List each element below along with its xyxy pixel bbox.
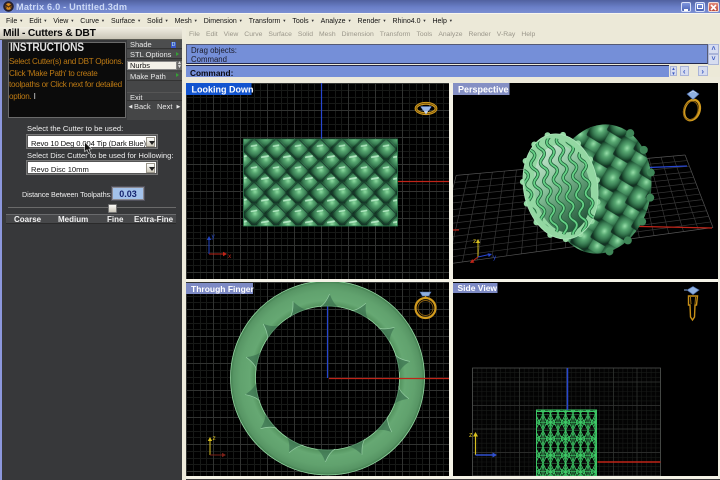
svg-text:z: z xyxy=(212,435,215,442)
svg-text:z: z xyxy=(469,432,473,439)
svg-text:Perspective: Perspective xyxy=(458,85,509,95)
svg-text:z: z xyxy=(473,238,476,245)
svg-text:Looking Down: Looking Down xyxy=(191,85,253,95)
svg-text:Through Finger: Through Finger xyxy=(191,284,254,294)
svg-text:x: x xyxy=(228,253,232,260)
svg-text:Side View: Side View xyxy=(457,283,497,293)
